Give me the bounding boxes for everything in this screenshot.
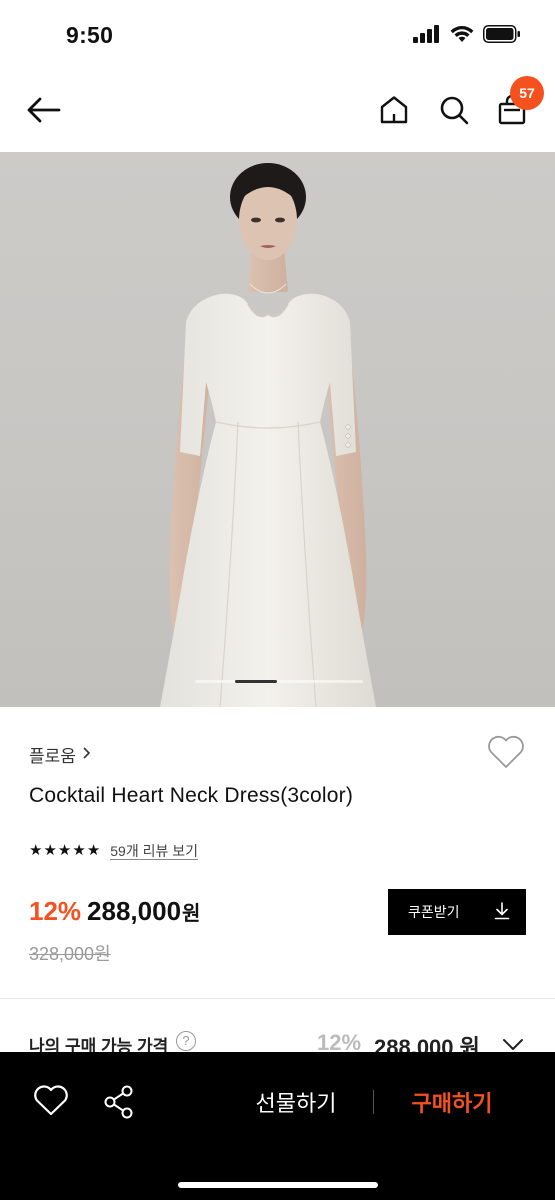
original-price: 328,000원	[29, 944, 111, 964]
star-icon: ★	[72, 842, 86, 859]
home-indicator	[178, 1182, 378, 1188]
cart-count-badge: 57	[510, 76, 544, 110]
product-image[interactable]	[0, 152, 555, 707]
cellular-signal-icon	[413, 24, 441, 48]
brand-name: 플로움	[29, 747, 76, 766]
home-icon	[379, 95, 409, 130]
gift-button[interactable]: 선물하기	[240, 1086, 352, 1118]
wishlist-button[interactable]	[486, 734, 526, 774]
star-icon: ★	[43, 842, 57, 859]
chevron-right-icon	[82, 745, 92, 765]
bottom-wishlist-button[interactable]	[32, 1084, 70, 1122]
back-arrow-icon	[26, 96, 62, 129]
buy-button[interactable]: 구매하기	[396, 1086, 508, 1118]
back-button[interactable]	[22, 90, 66, 134]
coupon-download-button[interactable]: 쿠폰받기	[388, 889, 526, 935]
nav-bar	[0, 72, 555, 152]
review-link[interactable]: 59개 리뷰 보기	[110, 843, 199, 860]
status-bar: 9:50	[0, 0, 555, 72]
button-separator	[373, 1090, 374, 1114]
star-icon: ★	[86, 842, 101, 859]
battery-icon	[483, 24, 521, 48]
coupon-label: 쿠폰받기	[408, 904, 460, 920]
image-pager-active-indicator	[235, 680, 277, 683]
status-time: 9:50	[66, 22, 114, 48]
help-icon[interactable]: ?	[176, 1031, 196, 1051]
sale-price: 288,000	[87, 896, 182, 926]
image-pager	[195, 680, 363, 683]
section-divider	[0, 998, 555, 999]
home-button[interactable]	[372, 90, 416, 134]
star-icon: ★	[29, 842, 43, 859]
share-icon	[102, 1085, 136, 1124]
heart-outline-icon	[32, 1085, 70, 1122]
search-button[interactable]	[432, 90, 476, 134]
bottom-action-bar: 선물하기 구매하기	[0, 1052, 555, 1200]
wifi-icon	[450, 25, 474, 48]
price-row: 12% 288,000 원	[29, 896, 200, 927]
rating-row: ★ ★ ★ ★ ★ 59개 리뷰 보기	[29, 842, 199, 860]
currency-unit: 원	[182, 903, 201, 925]
heart-outline-icon	[486, 735, 526, 774]
share-button[interactable]	[102, 1084, 140, 1122]
discount-rate: 12%	[29, 896, 82, 926]
rating-stars: ★ ★ ★ ★ ★	[29, 842, 100, 860]
product-title: Cocktail Heart Neck Dress(3color)	[29, 784, 354, 807]
brand-link[interactable]: 플로움	[29, 742, 92, 767]
model-wearing-dress-illustration	[160, 163, 376, 707]
download-icon	[494, 901, 510, 923]
star-icon: ★	[57, 842, 72, 859]
search-icon	[439, 95, 469, 130]
status-icons	[413, 24, 521, 48]
